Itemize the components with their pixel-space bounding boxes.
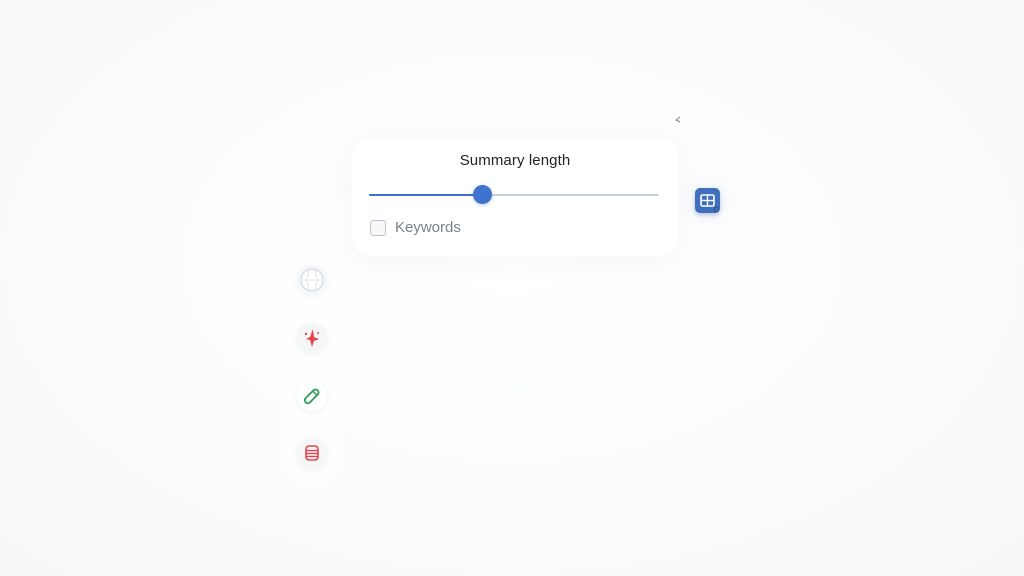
- globe-icon: [300, 268, 324, 292]
- summary-length-slider[interactable]: [369, 185, 659, 205]
- table-search-icon: [700, 194, 720, 213]
- summary-settings-panel: Summary length Keywords: [352, 138, 678, 256]
- table-button-face[interactable]: [695, 188, 720, 213]
- magic-tool-button[interactable]: [297, 323, 327, 353]
- app-canvas: Summary length Keywords: [0, 0, 1024, 576]
- slider-thumb[interactable]: [472, 185, 492, 204]
- database-icon: [305, 445, 319, 461]
- mouse-cursor-icon: [675, 116, 681, 123]
- keywords-option[interactable]: Keywords: [370, 219, 461, 236]
- tool-sidebar: [282, 254, 342, 484]
- database-tool-button[interactable]: [297, 438, 327, 468]
- table-view-button[interactable]: [677, 171, 737, 231]
- keywords-checkbox[interactable]: [370, 219, 386, 236]
- pencil-tool-button[interactable]: [297, 381, 327, 411]
- pencil-icon: [303, 388, 320, 405]
- slider-fill: [369, 194, 483, 196]
- summary-length-label: Summary length: [459, 152, 571, 169]
- keywords-label: Keywords: [395, 219, 461, 236]
- globe-tool-button[interactable]: [297, 265, 327, 295]
- magic-sparkle-icon: [304, 329, 319, 347]
